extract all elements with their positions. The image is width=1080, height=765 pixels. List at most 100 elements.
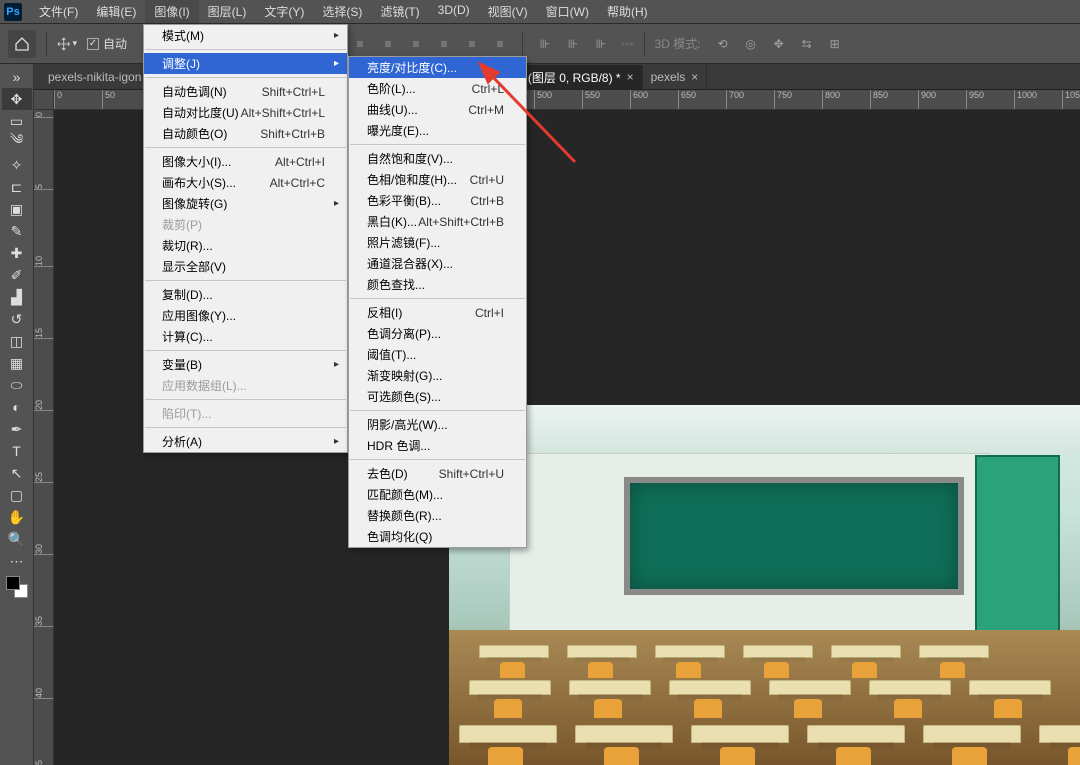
tool-brush[interactable]: ✐ [2,264,32,286]
tool-shape[interactable]: ▢ [2,484,32,506]
move-tool-indicator[interactable]: ▾ [57,34,77,54]
tool-history-brush[interactable]: ↺ [2,308,32,330]
menu-item[interactable]: 可选颜色(S)... [349,386,526,407]
ruler-tick: 1000 [1014,90,1037,110]
menu-item[interactable]: 应用图像(Y)... [144,305,347,326]
pan-button[interactable]: ✥ [767,33,791,55]
menu-item[interactable]: HDR 色调... [349,435,526,456]
menu-图像[interactable]: 图像(I) [145,0,198,23]
menu-item-label: 色调分离(P)... [367,325,441,342]
roll-button[interactable]: ◎ [739,33,763,55]
distribute-h-button[interactable]: ⊪ [533,33,557,55]
menu-文件[interactable]: 文件(F) [30,0,87,23]
menu-item[interactable]: 自然饱和度(V)... [349,148,526,169]
menu-item[interactable]: 裁切(R)... [144,235,347,256]
tab-close-icon[interactable]: × [691,70,698,84]
align-right-button[interactable]: ≡ [404,33,428,55]
tool-crop[interactable]: ⊏ [2,176,32,198]
menu-item[interactable]: 图像旋转(G) [144,193,347,214]
menu-item[interactable]: 曝光度(E)... [349,120,526,141]
menu-item[interactable]: 阴影/高光(W)... [349,414,526,435]
align-center-button[interactable]: ≡ [376,33,400,55]
menu-窗口[interactable]: 窗口(W) [537,0,598,23]
align-top-button[interactable]: ≡ [432,33,456,55]
menu-选择[interactable]: 选择(S) [313,0,371,23]
tool-frame[interactable]: ▣ [2,198,32,220]
orbit-button[interactable]: ⟲ [711,33,735,55]
foreground-swatch[interactable] [6,576,20,590]
menu-item[interactable]: 色相/饱和度(H)...Ctrl+U [349,169,526,190]
menu-item[interactable]: 阈值(T)... [349,344,526,365]
distribute-v-button[interactable]: ⊪ [561,33,585,55]
menu-视图[interactable]: 视图(V) [479,0,537,23]
adjust-submenu-dropdown[interactable]: 亮度/对比度(C)...色阶(L)...Ctrl+L曲线(U)...Ctrl+M… [348,56,527,548]
menu-编辑[interactable]: 编辑(E) [87,0,145,23]
menu-item[interactable]: 变量(B) [144,354,347,375]
menu-item[interactable]: 显示全部(V) [144,256,347,277]
menu-item[interactable]: 照片滤镜(F)... [349,232,526,253]
tool-hand[interactable]: ✋ [2,506,32,528]
auto-select-option[interactable]: ✓ 自动 [87,35,127,52]
align-left-button[interactable]: ≡ [348,33,372,55]
align-bottom-button[interactable]: ≡ [488,33,512,55]
menu-item[interactable]: 亮度/对比度(C)... [349,57,526,78]
color-swatches[interactable] [6,576,28,598]
tool-move[interactable]: ✥ [2,88,32,110]
tool-type[interactable]: T [2,440,32,462]
tab-close-icon[interactable]: × [627,70,634,84]
menu-item[interactable]: 自动对比度(U)Alt+Shift+Ctrl+L [144,102,347,123]
tool-blur[interactable]: ⬭ [2,374,32,396]
menu-item[interactable]: 计算(C)... [144,326,347,347]
canvas-image[interactable] [449,405,1080,765]
distribute-3-button[interactable]: ⊪ [589,33,613,55]
menu-item[interactable]: 曲线(U)...Ctrl+M [349,99,526,120]
menu-item[interactable]: 颜色查找... [349,274,526,295]
menu-item[interactable]: 色调均化(Q) [349,526,526,547]
tool-more[interactable]: ⋯ [2,550,32,572]
tool-heal[interactable]: ✚ [2,242,32,264]
menu-文字[interactable]: 文字(Y) [255,0,313,23]
tab-label: pexels-nikita-igon [48,70,141,84]
tool-path[interactable]: ↖ [2,462,32,484]
image-menu-dropdown[interactable]: 模式(M) 调整(J) 自动色调(N)Shift+Ctrl+L自动对比度(U)Alt… [143,24,348,453]
menu-item[interactable]: 去色(D)Shift+Ctrl+U [349,463,526,484]
expand-tool[interactable]: » [2,66,32,88]
menu-item[interactable]: 渐变映射(G)... [349,365,526,386]
tool-eraser[interactable]: ◫ [2,330,32,352]
tool-eyedropper[interactable]: ✎ [2,220,32,242]
document-tab[interactable]: pexels× [643,65,708,89]
tool-gradient[interactable]: ▦ [2,352,32,374]
menu-item[interactable]: 匹配颜色(M)... [349,484,526,505]
menu-item[interactable]: 反相(I)Ctrl+I [349,302,526,323]
tool-stamp[interactable]: ▟ [2,286,32,308]
menu-item[interactable]: 自动色调(N)Shift+Ctrl+L [144,81,347,102]
ruler-tick: 1050 [1062,90,1080,110]
menu-item-label: 反相(I) [367,304,402,321]
menu-3d[interactable]: 3D(D) [429,0,479,23]
tool-dodge[interactable]: ◐ [2,396,32,418]
menu-item[interactable]: 图像大小(I)...Alt+Ctrl+I [144,151,347,172]
menu-item[interactable]: 通道混合器(X)... [349,253,526,274]
align-middle-button[interactable]: ≡ [460,33,484,55]
menu-item[interactable]: 画布大小(S)...Alt+Ctrl+C [144,172,347,193]
menu-item[interactable]: 色彩平衡(B)...Ctrl+B [349,190,526,211]
tool-zoom[interactable]: 🔍 [2,528,32,550]
zoom3d-button[interactable]: ⊞ [823,33,847,55]
tool-wand[interactable]: ✧ [2,154,32,176]
tool-pen[interactable]: ✒ [2,418,32,440]
menu-item[interactable]: 调整(J) [144,53,347,74]
menu-item[interactable]: 色调分离(P)... [349,323,526,344]
menu-item[interactable]: 替换颜色(R)... [349,505,526,526]
menu-滤镜[interactable]: 滤镜(T) [371,0,428,23]
menu-item[interactable]: 自动颜色(O)Shift+Ctrl+B [144,123,347,144]
slide-button[interactable]: ⇆ [795,33,819,55]
home-button[interactable] [8,30,36,58]
menu-item[interactable]: 复制(D)... [144,284,347,305]
tool-lasso[interactable]: ༄ [2,132,32,154]
menu-item[interactable]: 模式(M) [144,25,347,46]
menu-item[interactable]: 色阶(L)...Ctrl+L [349,78,526,99]
menu-图层[interactable]: 图层(L) [199,0,256,23]
menu-帮助[interactable]: 帮助(H) [598,0,657,23]
menu-item[interactable]: 分析(A) [144,431,347,452]
menu-item[interactable]: 黑白(K)...Alt+Shift+Ctrl+B [349,211,526,232]
